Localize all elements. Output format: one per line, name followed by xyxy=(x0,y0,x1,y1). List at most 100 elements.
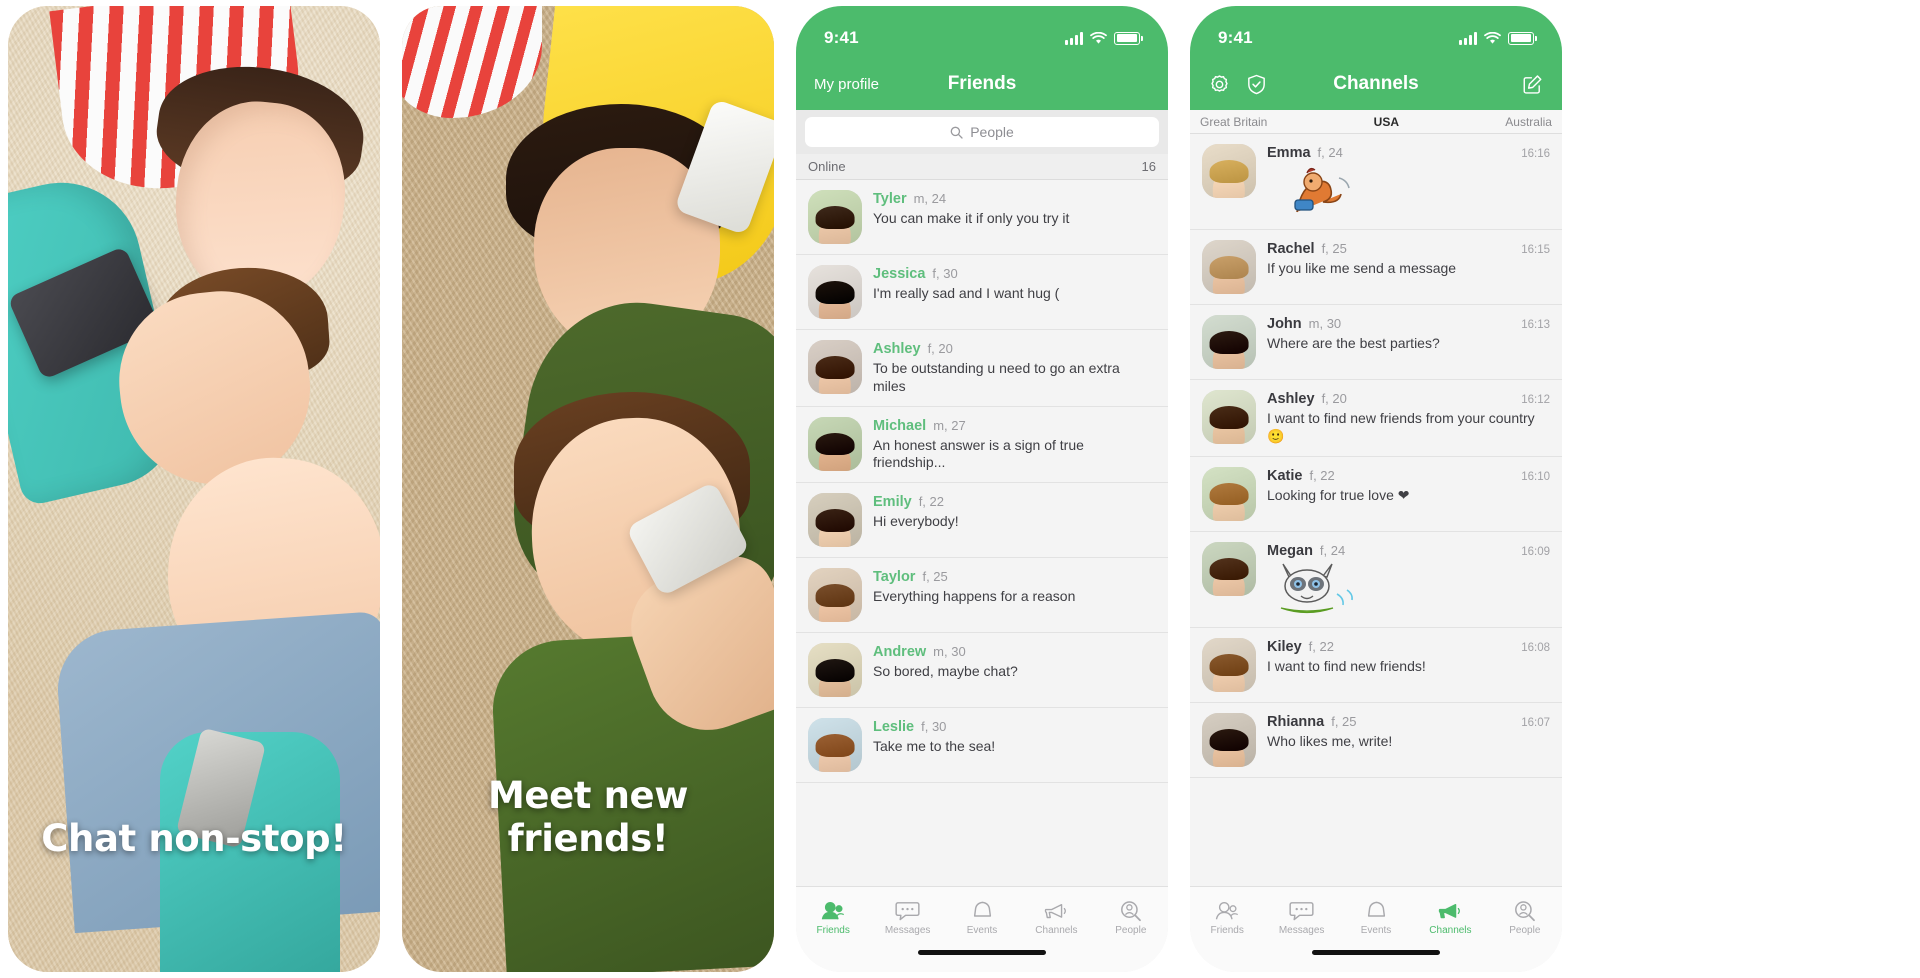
country-tab-strip[interactable]: Great Britain USA Australia xyxy=(1190,110,1562,134)
tab-friends[interactable]: Friends xyxy=(796,900,870,936)
events-icon xyxy=(971,900,994,922)
avatar[interactable] xyxy=(808,718,862,773)
wifi-icon xyxy=(1090,31,1107,44)
channel-user-meta: f, 25 xyxy=(1321,241,1347,256)
friend-message: An honest answer is a sign of true frien… xyxy=(873,436,1084,471)
shield-check-icon[interactable] xyxy=(1245,73,1268,96)
home-indicator xyxy=(796,950,1168,972)
home-indicator xyxy=(1190,950,1562,972)
avatar[interactable] xyxy=(1202,466,1256,521)
avatar[interactable] xyxy=(1202,712,1256,767)
channel-timestamp: 16:16 xyxy=(1521,148,1550,160)
avatar[interactable] xyxy=(1202,541,1256,596)
friend-row[interactable]: Leslie f, 30 Take me to the sea! xyxy=(796,708,1168,784)
friend-name: Emily xyxy=(873,494,912,511)
friend-message: Take me to the sea! xyxy=(873,738,996,755)
channels-icon xyxy=(1043,900,1069,922)
tab-channels[interactable]: Channels xyxy=(1019,900,1093,936)
channel-row[interactable]: Emma f, 24 16:16 xyxy=(1190,134,1562,230)
navigation-bar: Channels xyxy=(1190,58,1562,110)
tab-friends[interactable]: Friends xyxy=(1190,900,1264,936)
channel-user-name: Rhianna xyxy=(1267,713,1325,730)
friend-name: Ashley xyxy=(873,341,921,357)
events-icon xyxy=(1365,900,1388,922)
avatar[interactable] xyxy=(808,568,862,623)
channels-list[interactable]: Emma f, 24 16:16 Rachel f, 25 16:15 If y… xyxy=(1190,134,1562,886)
channel-user-name: Katie xyxy=(1267,467,1303,484)
friend-name: Jessica xyxy=(873,266,926,282)
friend-meta: m, 27 xyxy=(933,417,966,433)
avatar[interactable] xyxy=(808,416,862,471)
people-icon xyxy=(1119,900,1143,922)
tab-bar[interactable]: Friends Messages Events Channels People xyxy=(796,886,1168,950)
friend-name: Tyler xyxy=(873,191,907,207)
channel-row[interactable]: Ashley f, 20 16:12 I want to find new fr… xyxy=(1190,380,1562,457)
my-profile-button[interactable]: My profile xyxy=(814,76,879,93)
tab-messages[interactable]: Messages xyxy=(870,900,944,936)
tab-label: Messages xyxy=(884,924,931,936)
avatar[interactable] xyxy=(808,643,862,698)
tab-label: People xyxy=(1115,924,1147,936)
channel-row[interactable]: Katie f, 22 16:10 Looking for true love … xyxy=(1190,456,1562,532)
avatar[interactable] xyxy=(808,493,862,548)
friend-row[interactable]: Andrew m, 30 So bored, maybe chat? xyxy=(796,633,1168,709)
friend-row[interactable]: Michael m, 27 An honest answer is a sign… xyxy=(796,406,1168,484)
tab-people[interactable]: People xyxy=(1488,900,1562,936)
channel-row[interactable]: Megan f, 24 16:09 xyxy=(1190,531,1562,628)
status-bar: 9:41 xyxy=(1190,6,1562,58)
avatar[interactable] xyxy=(1202,240,1256,294)
channel-user-name: John xyxy=(1267,316,1302,332)
promo-screen-2: Meet new friends! xyxy=(402,6,774,972)
channel-row[interactable]: Rachel f, 25 16:15 If you like me send a… xyxy=(1190,230,1562,305)
friend-name: Taylor xyxy=(873,569,916,586)
section-header-online: Online 16 xyxy=(796,154,1168,180)
avatar[interactable] xyxy=(808,265,862,319)
channel-user-meta: f, 22 xyxy=(1309,467,1335,483)
avatar[interactable] xyxy=(1202,637,1256,692)
avatar[interactable] xyxy=(808,340,862,394)
channel-row[interactable]: Kiley f, 22 16:08 I want to find new fri… xyxy=(1190,627,1562,703)
friend-row[interactable]: Ashley f, 20 To be outstanding u need to… xyxy=(796,330,1168,407)
search-bar-container: People xyxy=(796,110,1168,154)
country-tab-australia[interactable]: Australia xyxy=(1505,115,1552,129)
avatar[interactable] xyxy=(808,190,862,244)
tab-label: People xyxy=(1509,924,1541,936)
tab-label: Channels xyxy=(1035,924,1078,936)
tab-people[interactable]: People xyxy=(1094,900,1168,936)
channel-user-meta: f, 22 xyxy=(1308,638,1334,654)
channel-row[interactable]: Rhianna f, 25 16:07 Who likes me, write! xyxy=(1190,702,1562,778)
friend-row[interactable]: Taylor f, 25 Everything happens for a re… xyxy=(796,558,1168,634)
friend-row[interactable]: Jessica f, 30 I'm really sad and I want … xyxy=(796,255,1168,330)
avatar[interactable] xyxy=(1202,390,1256,444)
compose-icon[interactable] xyxy=(1521,73,1544,96)
avatar[interactable] xyxy=(1202,315,1256,369)
friend-meta: f, 30 xyxy=(921,719,947,735)
tab-events[interactable]: Events xyxy=(945,900,1019,936)
country-tab-great-britain[interactable]: Great Britain xyxy=(1200,115,1267,129)
friends-list[interactable]: Tyler m, 24 You can make it if only you … xyxy=(796,180,1168,886)
promo-caption-1: Chat non-stop! xyxy=(41,817,347,860)
tab-label: Events xyxy=(1360,924,1392,936)
channel-user-meta: f, 20 xyxy=(1321,391,1347,406)
channel-message: I want to find new friends! xyxy=(1267,657,1426,674)
status-clock: 9:41 xyxy=(1218,28,1253,47)
avatar[interactable] xyxy=(1202,144,1256,198)
friend-message: Everything happens for a reason xyxy=(873,588,1076,605)
tab-messages[interactable]: Messages xyxy=(1264,900,1338,936)
friend-row[interactable]: Tyler m, 24 You can make it if only you … xyxy=(796,180,1168,255)
friend-row[interactable]: Emily f, 22 Hi everybody! xyxy=(796,483,1168,559)
channel-row[interactable]: John m, 30 16:13 Where are the best part… xyxy=(1190,305,1562,380)
search-input[interactable]: People xyxy=(805,117,1159,147)
channel-timestamp: 16:10 xyxy=(1521,470,1550,483)
tab-bar[interactable]: Friends Messages Events Channels People xyxy=(1190,886,1562,950)
squirrel-sticker xyxy=(1267,163,1550,219)
channel-timestamp: 16:08 xyxy=(1521,641,1550,654)
friends-icon xyxy=(1215,900,1239,922)
country-tab-usa[interactable]: USA xyxy=(1374,115,1399,129)
friend-meta: m, 24 xyxy=(913,191,947,206)
tab-channels[interactable]: Channels xyxy=(1413,900,1487,936)
signal-bars-icon xyxy=(1459,31,1477,45)
gear-icon[interactable] xyxy=(1208,73,1231,96)
friend-message: Hi everybody! xyxy=(873,513,959,530)
tab-events[interactable]: Events xyxy=(1339,900,1413,936)
